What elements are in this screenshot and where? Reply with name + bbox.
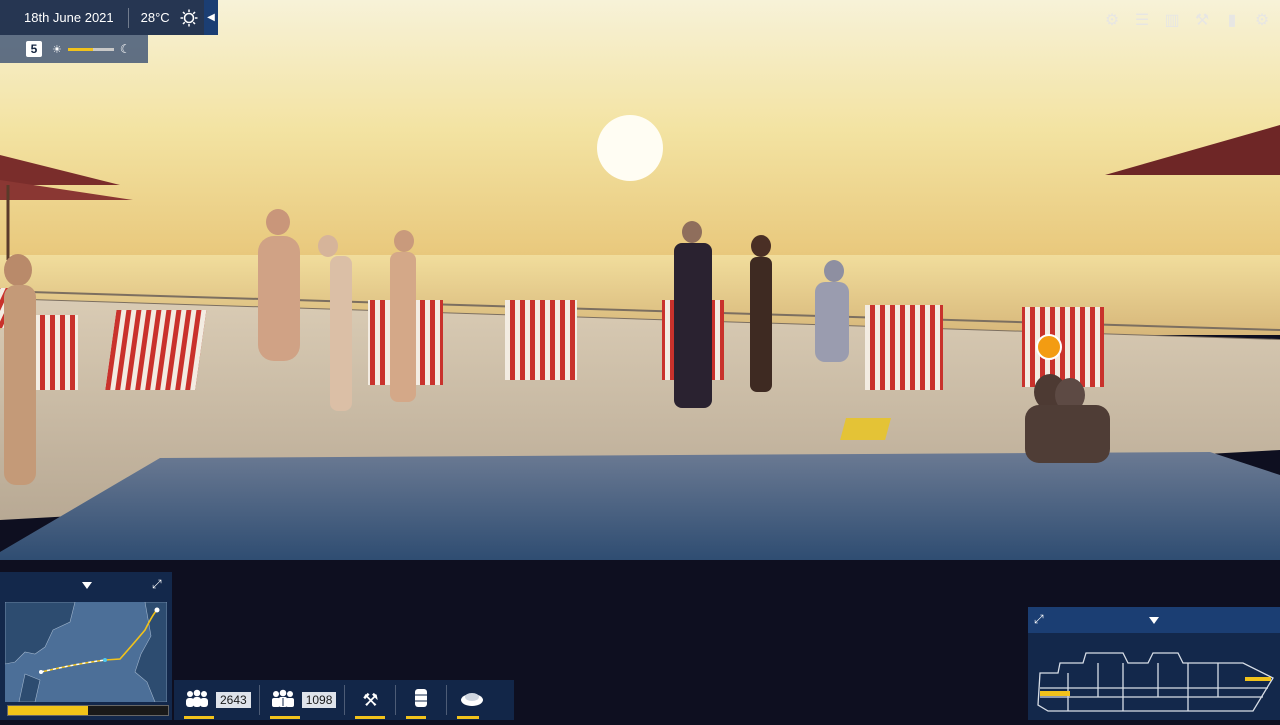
temperature-label: 28°C <box>140 10 170 25</box>
stats-bar: 2643 1098 ⚒ <box>174 680 514 720</box>
supplies-stat[interactable] <box>396 685 448 719</box>
broom-icon[interactable]: ⚒ <box>1192 10 1212 30</box>
date-label: 18th June 2021 <box>0 7 129 28</box>
passengers-icon <box>182 688 212 713</box>
server-icon[interactable]: ☰ <box>1132 10 1152 30</box>
food-stat[interactable] <box>447 685 497 719</box>
passengers-stat[interactable]: 2643 <box>174 685 260 719</box>
barrel-icon <box>404 688 438 713</box>
pool-float <box>840 418 891 440</box>
passengers-count: 2643 <box>216 692 251 708</box>
book-icon[interactable]: ▮ <box>1222 10 1242 30</box>
time-of-day-slider[interactable] <box>67 47 114 51</box>
maintenance-stat[interactable]: ⚒ <box>345 685 397 719</box>
swimming-pool <box>0 452 1280 560</box>
top-right-toolbar: ⚙ ☰ ▥ ⚒ ▮ ⚙ <box>1102 10 1272 30</box>
tools-icon: ⚒ <box>362 689 379 710</box>
bar-chart-icon[interactable]: ▥ <box>1162 10 1182 30</box>
chevron-down-icon[interactable] <box>1149 617 1159 624</box>
sun-weather-icon <box>180 9 198 27</box>
crew-count: 1098 <box>301 692 337 708</box>
world-map[interactable] <box>5 602 167 702</box>
compass-settings-icon[interactable]: ⚙ <box>1102 10 1122 30</box>
sun <box>597 115 663 181</box>
chevron-down-icon[interactable] <box>82 582 92 589</box>
route-map-panel: ⤢ <box>0 572 172 720</box>
ship-deck-diagram[interactable] <box>1028 633 1280 720</box>
gear-icon[interactable]: ⚙ <box>1252 10 1272 30</box>
expand-icon[interactable]: ⤢ <box>152 577 162 592</box>
food-plate-icon <box>455 689 489 712</box>
moon-icon: ☾ <box>119 42 131 56</box>
crew-stat[interactable]: 1098 <box>260 685 346 719</box>
sunrise-icon: ☀ <box>52 43 62 56</box>
collapse-panel-button[interactable]: ◀ <box>204 0 218 35</box>
chat-bubble-icon[interactable] <box>1036 334 1062 360</box>
expand-icon[interactable]: ⤢ <box>1034 612 1044 627</box>
crew-icon <box>268 688 298 713</box>
map-header: ⤢ <box>0 572 172 598</box>
time-of-day-fill <box>67 47 94 51</box>
date-weather-bar: 18th June 2021 28°C ◀ <box>0 0 218 35</box>
time-of-day-bar: 5 ☀ ☾ <box>0 35 148 63</box>
ship-deck-panel: ⤢ <box>1028 607 1280 720</box>
ship-panel-header: ⤢ <box>1028 607 1280 633</box>
calendar-day-badge[interactable]: 5 <box>26 41 42 57</box>
journey-progress-bar <box>7 705 169 716</box>
